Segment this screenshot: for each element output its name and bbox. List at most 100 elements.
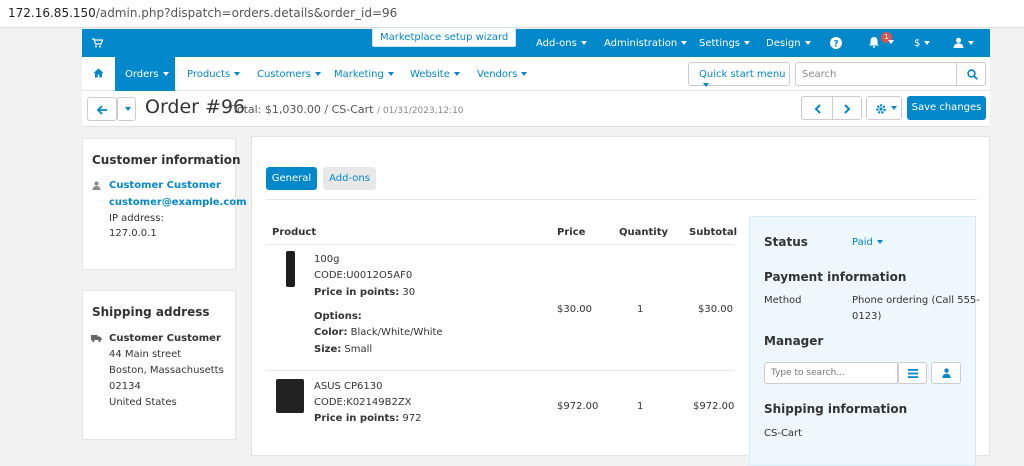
ip-address-label: IP address: [109,213,164,224]
product-quantity: 1 [637,304,644,315]
order-summary: Total: $1,030.00 / CS-Cart / 01/31/2023,… [232,103,464,116]
chevron-down-icon [314,72,321,76]
gear-icon [876,104,886,114]
next-order-button[interactable] [832,96,862,120]
order-status-panel: Status Paid Payment information Method P… [749,216,980,466]
search-input[interactable] [795,62,957,86]
color-value: Black/White/White [350,327,443,338]
cart-icon[interactable] [92,38,104,51]
currency-menu[interactable]: $ [914,38,931,49]
chevron-down-icon [234,72,241,76]
nav-marketing[interactable]: Marketing [334,69,394,80]
points-value: 30 [402,287,416,298]
customer-information-heading: Customer information [92,153,241,167]
manager-heading: Manager [764,334,824,348]
shipping-zip: 02134 [109,381,141,392]
product-code: CODE:K02149B2ZX [314,397,412,408]
order-details-panel: General Add-ons Product Price Quantity S… [251,136,990,466]
status-dropdown[interactable]: Paid [852,237,883,248]
payment-method-label: Method [764,295,802,306]
tab-addons[interactable]: Add-ons [323,167,376,190]
menu-administration[interactable]: Administration [604,38,688,49]
settings-dropdown-button[interactable] [866,96,902,120]
size-label: Size: [314,344,342,355]
menu-settings-label: Settings [699,38,741,49]
nav-products[interactable]: Products [187,69,241,80]
column-header-quantity: Quantity [619,227,668,238]
option-color: Color: Black/White/White [314,327,443,338]
customer-name-link[interactable]: Customer Customer [109,180,221,191]
chevron-down-icon [924,41,931,45]
chevron-down-icon [681,41,688,45]
currency-label: $ [914,38,921,49]
customer-email-link[interactable]: customer@example.com [109,197,247,208]
price-in-points: Price in points: 972 [314,413,422,424]
chevron-down-icon [162,72,169,76]
nav-vendors[interactable]: Vendors [477,69,528,80]
home-icon[interactable] [93,68,104,81]
nav-orders-label: Orders [125,69,159,80]
notifications-button[interactable]: 1 [868,32,894,51]
order-action-bar: Order #96 Total: $1,030.00 / CS-Cart / 0… [82,91,990,127]
user-icon [953,37,964,48]
manager-list-button[interactable] [898,362,927,384]
tab-general[interactable]: General [266,167,317,190]
arrow-left-icon [97,105,107,115]
nav-products-label: Products [187,69,231,80]
chevron-down-icon [888,40,894,44]
price-in-points: Price in points: 30 [314,287,415,298]
help-icon[interactable]: ? [830,37,842,52]
truck-icon [91,334,102,346]
points-label: Price in points: [314,287,400,298]
manager-search-input[interactable] [764,362,898,384]
status-label: Status [764,235,808,249]
menu-design-label: Design [766,38,801,49]
nav-website[interactable]: Website [410,69,460,80]
menu-administration-label: Administration [604,38,678,49]
person-icon [942,368,951,378]
marketplace-setup-wizard-button[interactable]: Marketplace setup wizard [372,27,517,47]
chevron-down-icon [125,107,131,111]
status-value: Paid [852,237,873,248]
order-total: Total: $1,030.00 / CS-Cart [232,103,374,116]
payment-method-line2: 0123) [852,311,882,322]
payment-method-line1: Phone ordering (Call 555- [852,295,980,306]
ip-address-value: 127.0.0.1 [109,228,157,239]
product-name-link[interactable]: ASUS CP6130 [314,381,383,392]
save-changes-button[interactable]: Save changes [907,96,986,120]
tabs-divider [266,199,977,200]
top-navigation: Marketplace setup wizard Add-ons Adminis… [82,27,990,57]
address-bar[interactable]: 172.16.85.150/admin.php?dispatch=orders.… [0,0,1024,28]
manager-user-button[interactable] [931,362,961,384]
product-price: $972.00 [557,401,599,412]
user-menu[interactable] [953,37,974,51]
nav-customers[interactable]: Customers [257,69,321,80]
product-thumbnail[interactable] [286,251,295,287]
quick-start-label: Quick start menu [699,69,786,80]
quick-start-menu-button[interactable]: Quick start menu [688,62,790,87]
chevron-down-icon [744,41,751,45]
column-header-subtotal: Subtotal [689,227,738,238]
menu-design[interactable]: Design [766,38,811,49]
product-name-link[interactable]: 100g [314,254,339,265]
product-price: $30.00 [557,304,592,315]
shipping-street: 44 Main street [109,349,182,360]
person-icon [92,181,101,193]
previous-order-button[interactable] [801,96,833,120]
chevron-down-icon [703,83,709,87]
shipping-name: Customer Customer [109,333,221,344]
menu-settings[interactable]: Settings [699,38,751,49]
chevron-down-icon [891,106,897,110]
back-button[interactable] [87,97,117,121]
chevron-down-icon [453,72,460,76]
nav-orders[interactable]: Orders [115,57,175,91]
url-path: /admin.php?dispatch=orders.details&order… [95,6,398,20]
search-button[interactable] [956,62,986,86]
product-thumbnail[interactable] [276,379,304,413]
option-size: Size: Small [314,344,372,355]
back-dropdown-button[interactable] [117,97,136,121]
menu-addons[interactable]: Add-ons [536,38,587,49]
product-code: CODE:U0012O5AF0 [314,270,413,281]
shipping-address-heading: Shipping address [92,305,210,319]
chevron-down-icon [580,41,587,45]
